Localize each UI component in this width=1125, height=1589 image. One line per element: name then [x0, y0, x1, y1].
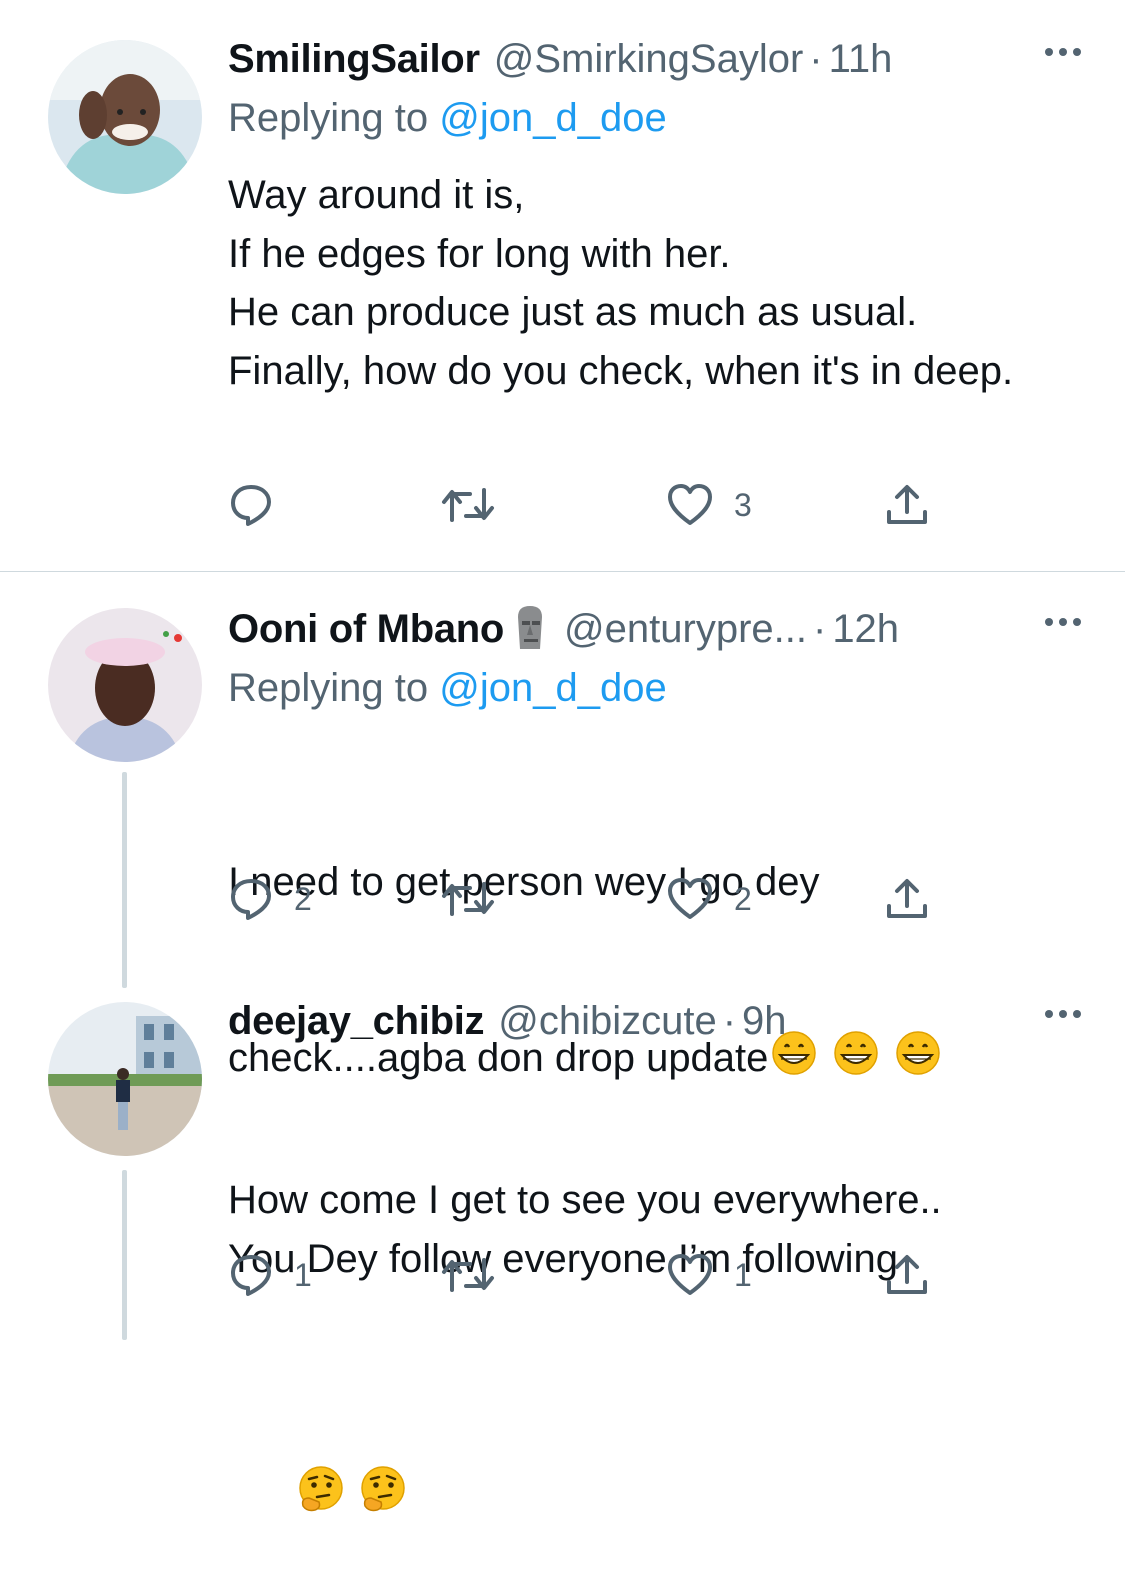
timestamp[interactable]: 12h	[832, 607, 899, 652]
user-handle[interactable]: @enturypre...	[564, 607, 807, 652]
display-name[interactable]: SmilingSailor	[228, 37, 480, 82]
heart-icon	[668, 878, 712, 919]
reply-button[interactable]: 2	[228, 874, 312, 924]
replying-to-mention[interactable]: @jon_d_doe	[439, 96, 666, 140]
share-button[interactable]	[884, 480, 930, 530]
display-name[interactable]: deejay_chibiz	[228, 999, 485, 1044]
reply-button[interactable]: 1	[228, 1250, 312, 1300]
more-options-icon[interactable]	[1041, 42, 1085, 62]
reply-icon	[231, 485, 271, 526]
heart-icon	[668, 484, 712, 525]
separator-dot: ·	[812, 606, 827, 651]
replying-prefix: Replying to	[228, 666, 440, 710]
replying-to: Replying to @jon_d_doe	[228, 96, 667, 141]
tweet-2[interactable]: Ooni of Mbano @enturypre... · 12h Replyi…	[0, 572, 1125, 1080]
separator-dot: ·	[722, 998, 737, 1043]
reply-button[interactable]	[228, 480, 294, 530]
share-button[interactable]	[884, 1250, 930, 1300]
user-handle[interactable]: @chibizcute	[498, 999, 716, 1044]
tweet-header: deejay_chibiz @chibizcute · 9h	[228, 996, 1085, 1046]
share-icon	[887, 879, 927, 918]
more-options-icon[interactable]	[1041, 1004, 1085, 1024]
reply-icon	[231, 879, 271, 920]
like-button[interactable]: 3	[666, 480, 752, 530]
moai-icon	[510, 603, 550, 656]
avatar[interactable]	[48, 608, 202, 762]
emoji-line	[228, 1405, 1065, 1511]
tweet-header: Ooni of Mbano @enturypre... · 12h	[228, 604, 1085, 654]
tweet-3[interactable]: deejay_chibiz @chibizcute · 9h How come …	[0, 992, 1125, 1511]
tweet-actions: 2 2	[228, 874, 948, 924]
tweet-text: How come I get to see you everywhere.. Y…	[228, 1054, 1065, 1580]
share-button[interactable]	[884, 874, 930, 924]
tweet-header: SmilingSailor @SmirkingSaylor · 11h	[228, 34, 1085, 84]
replying-to: Replying to @jon_d_doe	[228, 666, 667, 711]
tweet-text: Way around it is, If he edges for long w…	[228, 173, 1014, 393]
replying-prefix: Replying to	[228, 96, 440, 140]
reply-count: 1	[294, 1256, 312, 1293]
user-handle[interactable]: @SmirkingSaylor	[494, 37, 804, 82]
retweet-button[interactable]	[440, 874, 516, 924]
like-count: 3	[734, 486, 752, 523]
retweet-icon	[442, 1258, 494, 1292]
separator-dot: ·	[809, 36, 823, 81]
replying-to-mention[interactable]: @jon_d_doe	[439, 666, 666, 710]
avatar[interactable]	[48, 40, 202, 194]
thinking-face-icon	[295, 1464, 349, 1531]
retweet-button[interactable]	[440, 1250, 516, 1300]
tweet-actions: 3	[228, 480, 948, 530]
timestamp[interactable]: 11h	[829, 37, 893, 82]
retweet-button[interactable]	[440, 480, 516, 530]
like-count: 1	[734, 1256, 752, 1293]
display-name[interactable]: Ooni of Mbano	[228, 607, 504, 652]
like-button[interactable]: 2	[666, 874, 752, 924]
timestamp[interactable]: 9h	[742, 999, 787, 1044]
thinking-face-icon	[357, 1464, 411, 1531]
reply-icon	[231, 1255, 271, 1296]
retweet-icon	[442, 488, 494, 522]
share-icon	[887, 1255, 927, 1294]
retweet-icon	[442, 882, 494, 916]
reply-count: 2	[294, 880, 312, 917]
tweet-1[interactable]: SmilingSailor @SmirkingSaylor · 11h Repl…	[0, 0, 1125, 570]
tweet-actions: 1 1	[228, 1250, 948, 1300]
like-button[interactable]: 1	[666, 1250, 752, 1300]
more-options-icon[interactable]	[1041, 612, 1085, 632]
heart-icon	[668, 1254, 712, 1295]
avatar[interactable]	[48, 1002, 202, 1156]
share-icon	[887, 485, 927, 524]
like-count: 2	[734, 880, 752, 917]
